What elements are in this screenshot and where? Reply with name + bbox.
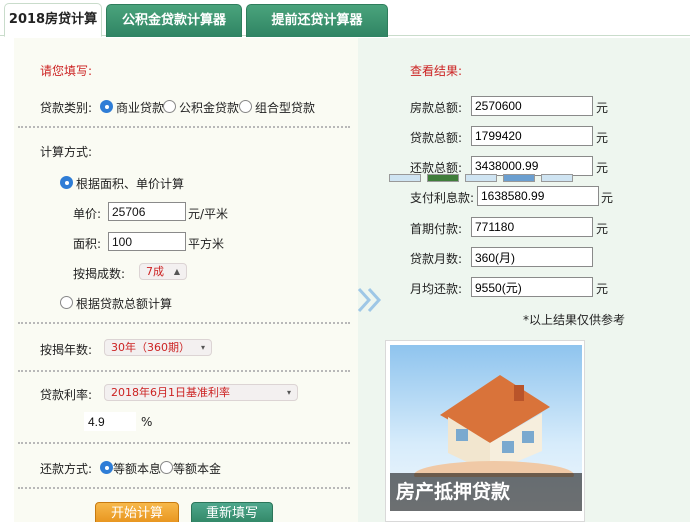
promo-thumbnail[interactable] (427, 174, 459, 182)
promo-thumbnail[interactable] (503, 174, 535, 182)
result-label-loan-total: 贷款总额: (409, 131, 462, 145)
radio-combined-loan[interactable] (239, 100, 252, 113)
result-label-monthly-payment: 月均还款: (409, 282, 462, 296)
result-unit: 元 (596, 101, 609, 115)
tab-mortgage-calculator[interactable]: 2018房贷计算器 (4, 3, 102, 58)
result-months[interactable] (471, 247, 593, 267)
equal-principal-label: 等额本金 (173, 462, 222, 476)
result-label-down-payment: 首期付款: (409, 222, 462, 236)
result-down-payment[interactable] (471, 217, 593, 237)
result-label-months: 贷款月数: (409, 252, 462, 266)
rate-select-value: 2018年6月1日基准利率 (111, 386, 230, 399)
result-unit: 元 (601, 191, 614, 205)
years-select[interactable]: 30年（360期） ▾ (104, 339, 212, 356)
radio-method-area-price[interactable] (60, 176, 73, 189)
radio-method-total[interactable] (60, 296, 73, 309)
provident-fund-loan-label: 公积金贷款 (179, 101, 240, 115)
promo-thumbnail[interactable] (541, 174, 573, 182)
ratio-select-value: 7成 (146, 265, 164, 278)
start-calculation-button[interactable]: 开始计算 (95, 502, 179, 522)
promo-title: 房产抵押贷款 (390, 473, 582, 511)
result-unit: 元 (596, 222, 609, 236)
loan-type-label: 贷款类别: (40, 101, 93, 115)
promo-thumbnail[interactable] (389, 174, 421, 182)
divider (18, 322, 350, 324)
ratio-select[interactable]: 7成 ▲ (139, 263, 187, 280)
mortgage-promo-banner[interactable]: 房产抵押贷款 (385, 340, 585, 522)
commercial-loan-label: 商业贷款 (116, 101, 165, 115)
rate-label: 贷款利率: (40, 388, 93, 402)
result-repay-total[interactable] (471, 156, 593, 176)
divider (18, 126, 350, 128)
result-label-house-total: 房款总额: (409, 101, 462, 115)
years-select-value: 30年（360期） (111, 341, 190, 354)
unit-price-input[interactable] (108, 202, 186, 221)
calculator-tabs: 2018房贷计算器 公积金贷款计算器 提前还贷计算器 (0, 0, 690, 58)
result-interest[interactable] (477, 186, 599, 206)
result-monthly-payment[interactable] (471, 277, 593, 297)
radio-equal-principal[interactable] (160, 461, 173, 474)
up-down-arrow-icon: ▾ (200, 343, 205, 352)
area-input[interactable] (108, 232, 186, 251)
unit-price-label: 单价: (73, 207, 102, 221)
house-icon (414, 375, 574, 489)
results-heading: 查看结果: (410, 64, 463, 78)
method-area-price-label: 根据面积、单价计算 (76, 177, 185, 191)
reset-button[interactable]: 重新填写 (191, 502, 273, 522)
up-down-arrow-icon: ▾ (286, 388, 291, 397)
rate-number-input[interactable] (84, 412, 136, 431)
rate-unit: % (141, 415, 153, 429)
combined-loan-label: 组合型贷款 (255, 101, 316, 115)
repay-label: 还款方式: (40, 462, 93, 476)
result-unit: 元 (596, 161, 609, 175)
unit-price-unit: 元/平米 (188, 207, 229, 221)
radio-provident-fund-loan[interactable] (163, 100, 176, 113)
result-unit: 元 (596, 282, 609, 296)
years-label: 按揭年数: (40, 343, 93, 357)
divider (18, 442, 350, 444)
method-total-label: 根据贷款总额计算 (76, 297, 173, 311)
equal-installment-label: 等额本息 (113, 462, 162, 476)
result-loan-total[interactable] (471, 126, 593, 146)
divider (18, 487, 350, 489)
form-heading: 请您填写: (40, 64, 93, 78)
calc-method-label: 计算方式: (40, 145, 93, 159)
tab-prepayment-calculator[interactable]: 提前还贷计算器 (246, 4, 388, 37)
rate-select[interactable]: 2018年6月1日基准利率 ▾ (104, 384, 298, 401)
area-unit: 平方米 (188, 237, 225, 251)
radio-commercial-loan[interactable] (100, 100, 113, 113)
radio-equal-installment[interactable] (100, 461, 113, 474)
result-house-total[interactable] (471, 96, 593, 116)
ratio-label: 按揭成数: (73, 267, 126, 281)
up-down-arrow-icon: ▲ (173, 267, 180, 276)
result-disclaimer: *以上结果仅供参考 (523, 313, 626, 327)
result-label-interest: 支付利息款: (409, 191, 474, 205)
divider (18, 370, 350, 372)
area-label: 面积: (73, 237, 102, 251)
tab-provident-fund-calculator[interactable]: 公积金贷款计算器 (106, 4, 242, 37)
promo-thumbnail[interactable] (465, 174, 497, 182)
result-unit: 元 (596, 131, 609, 145)
